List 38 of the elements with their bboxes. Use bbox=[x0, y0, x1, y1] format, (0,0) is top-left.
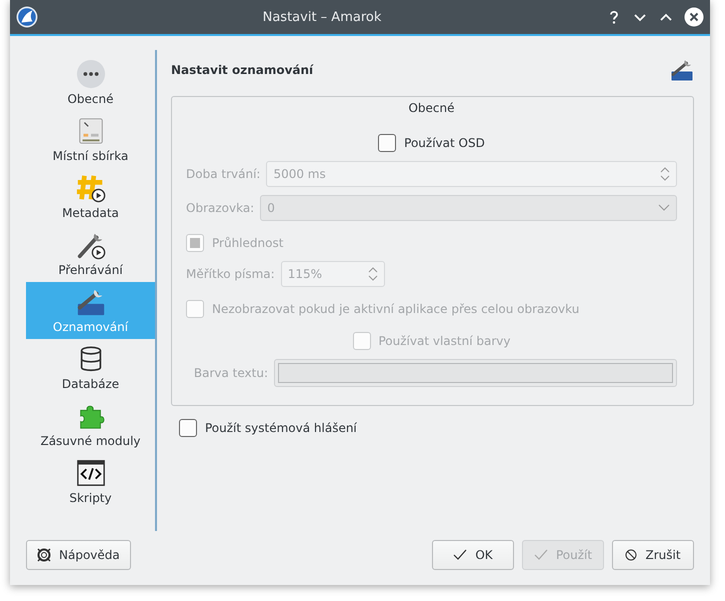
sidebar-item[interactable]: Přehrávání bbox=[26, 225, 155, 282]
group-title: Obecné bbox=[408, 101, 455, 115]
sidebar-item[interactable]: Místní sbírka bbox=[26, 111, 155, 168]
wrench-panel-icon bbox=[670, 58, 694, 82]
wrench-panel-icon bbox=[76, 287, 106, 317]
more-icon bbox=[76, 59, 106, 89]
checkbox-label: Nezobrazovat pokud je aktivní aplikace přes celou obrazovku bbox=[212, 302, 580, 316]
field-label: Barva textu: bbox=[192, 366, 268, 380]
code-window-icon bbox=[76, 458, 106, 488]
spin-arrows-icon bbox=[368, 266, 378, 282]
field-label: Měřítko písma: bbox=[186, 267, 275, 281]
cancel-button[interactable]: Zrušit bbox=[612, 540, 694, 570]
checkmark-icon bbox=[453, 549, 468, 561]
sidebar-item[interactable]: Metadata bbox=[26, 168, 155, 225]
spin-arrows-icon bbox=[660, 166, 670, 182]
checkmark-icon bbox=[534, 549, 548, 561]
checkbox-label: Používat OSD bbox=[404, 136, 485, 150]
field-label: Obrazovka: bbox=[186, 201, 254, 215]
help-button[interactable]: Nápověda bbox=[26, 540, 131, 570]
hash-play-icon bbox=[76, 173, 106, 203]
lifebuoy-icon bbox=[37, 548, 51, 562]
sidebar-item[interactable]: Databáze bbox=[26, 339, 155, 396]
chevron-down-icon bbox=[658, 204, 670, 212]
checkbox-label: Používat vlastní barvy bbox=[378, 334, 510, 348]
page-title: Nastavit oznamování bbox=[171, 63, 314, 77]
window-title: Nastavit – Amarok bbox=[262, 10, 382, 24]
field-label: Doba trvání: bbox=[186, 167, 260, 181]
sidebar-item[interactable]: Zásuvné moduly bbox=[26, 396, 155, 453]
sidebar-item[interactable]: Skripty bbox=[26, 453, 155, 510]
checkbox[interactable] bbox=[179, 419, 197, 437]
app-logo-icon bbox=[16, 6, 38, 28]
cancel-icon bbox=[625, 549, 638, 561]
checkbox-label: Použít systémová hlášení bbox=[205, 421, 357, 435]
sidebar-item[interactable]: Obecné bbox=[26, 54, 155, 111]
ok-button[interactable]: OK bbox=[432, 540, 514, 570]
checkbox-label: Průhlednost bbox=[212, 236, 284, 250]
checkbox[interactable] bbox=[378, 134, 396, 152]
close-icon[interactable] bbox=[684, 7, 704, 27]
